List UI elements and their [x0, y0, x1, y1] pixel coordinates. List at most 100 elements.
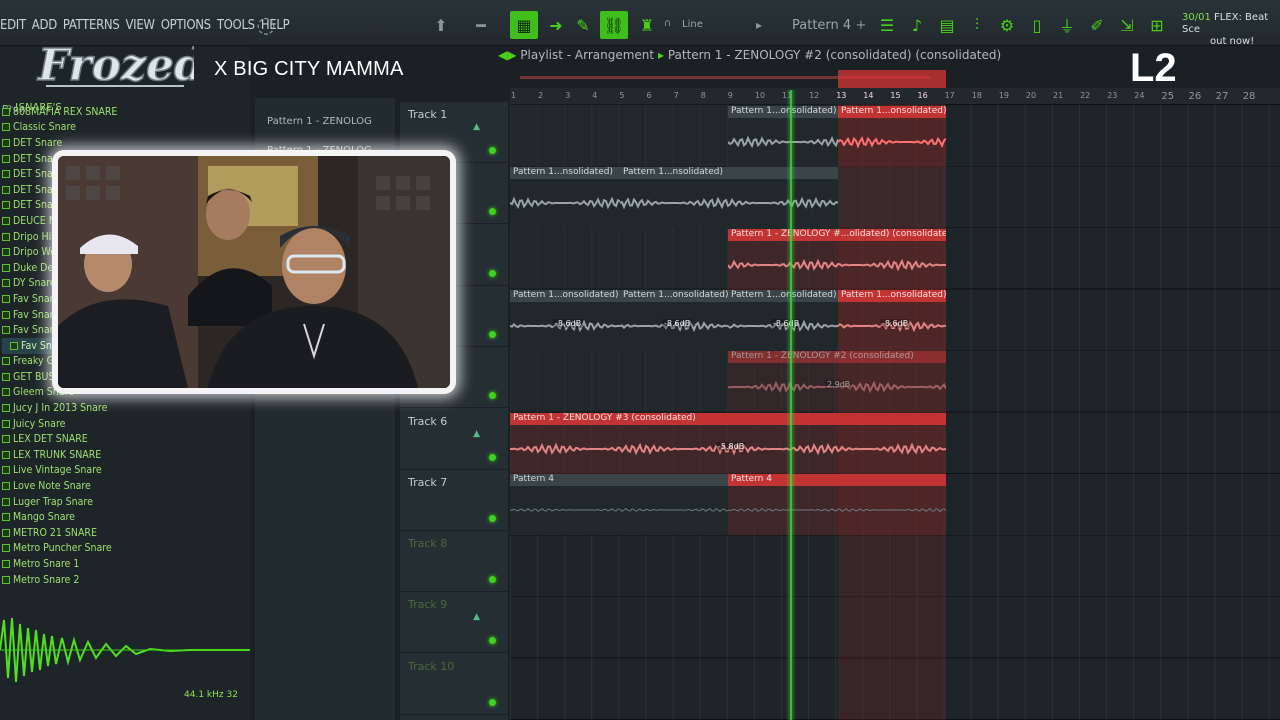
pattern-tab[interactable]: Pattern 1 - ZENOLOG — [260, 112, 388, 132]
track-collapse-icon[interactable]: ▲ — [473, 612, 480, 622]
browser-item[interactable]: Metro Snare 1 — [2, 556, 248, 572]
plugin-icon[interactable]: ⚙ — [996, 13, 1018, 37]
piano-roll-snap-icon[interactable]: ▦ — [510, 11, 538, 39]
snap-line-label: Line — [682, 19, 703, 30]
browser-item[interactable]: METRO 21 SNARE — [2, 525, 248, 541]
arrow-right-small-icon[interactable]: ▸ — [748, 13, 770, 37]
browser-item[interactable]: Mango Snare — [2, 509, 248, 525]
browser-item[interactable]: Luger Trap Snare — [2, 494, 248, 510]
playlist-clip[interactable]: Pattern 1...nsolidated) — [510, 167, 620, 229]
track-header[interactable]: Track 1 ▲ — [400, 102, 508, 163]
track-mute-led[interactable] — [489, 208, 496, 216]
track-mute-led[interactable] — [489, 637, 496, 645]
track-header[interactable]: Track 8 — [400, 531, 508, 593]
export-icon[interactable]: ⇲ — [1116, 13, 1138, 37]
playhead[interactable] — [786, 90, 796, 720]
track-mute-led[interactable] — [489, 330, 496, 338]
playlist-clip[interactable]: Pattern 1 - ZENOLOGY #3 (consolidated) -5… — [510, 412, 946, 474]
playlist-clip[interactable]: Pattern 1 - ZENOLOGY #...olidated) (cons… — [728, 228, 946, 290]
track-mute-led[interactable] — [489, 392, 496, 400]
menu-edit[interactable]: EDIT — [0, 18, 26, 33]
bar-number: 23 — [1107, 91, 1118, 100]
webcam-video — [58, 156, 450, 388]
clip-waveform — [728, 258, 946, 272]
cpu-meter-icon[interactable]: ◌ — [255, 13, 277, 38]
browser-item-label: Luger Trap Snare — [13, 495, 93, 508]
track-mute-led[interactable] — [489, 698, 496, 706]
track-header[interactable]: Track 6 ▲ — [400, 409, 508, 470]
browser-item[interactable]: Metro Puncher Snare — [2, 541, 248, 557]
browser-item[interactable]: Metro Snare 2 — [2, 572, 248, 588]
news-panel[interactable]: 30/01 FLEX: Beat Sce out now! — [1182, 12, 1280, 48]
bar-number: 9 — [727, 91, 733, 100]
browser-item-label: Fav Snare — [13, 292, 60, 305]
audio-file-icon — [2, 279, 10, 288]
playlist-icon[interactable]: ☰ — [876, 13, 898, 37]
track-name: Track 1 — [408, 108, 448, 121]
browser-item[interactable]: LEX TRUNK SNARE — [2, 447, 248, 463]
add-pattern-icon[interactable]: + — [850, 13, 872, 37]
browser-item-label: Duke Dee — [13, 261, 60, 274]
audio-file-icon — [2, 232, 10, 241]
track-mute-led[interactable] — [489, 453, 496, 461]
channel-rack-icon[interactable]: ▤ — [936, 13, 958, 37]
playlist-clip[interactable]: Pattern 1...onsolidated)-8.6dB — [838, 289, 946, 351]
brush-icon[interactable]: ✎ — [572, 13, 594, 37]
browser-item[interactable]: Juicy Snare — [2, 416, 248, 432]
paint-icon[interactable]: ✐ — [1086, 13, 1108, 37]
browser-item-label: Gleem Snare — [13, 386, 75, 399]
link-icon[interactable]: ⛓ — [600, 11, 628, 39]
pattern-tab-label: Pattern 1 - ZENOLOG — [267, 116, 372, 127]
playlist-clip[interactable]: Pattern 1 - ZENOLOGY #2 (consolidated) 2.… — [728, 351, 946, 413]
track-mute-led[interactable] — [489, 514, 496, 522]
snap-line-select[interactable]: ∩ Line — [662, 17, 742, 35]
playlist-clip[interactable]: Pattern 1...onsolidated)-8.6dB — [728, 289, 838, 351]
playlist-title-prefix: Playlist - Arrangement — [520, 48, 655, 62]
browser-item-label: Fav Snar — [21, 339, 62, 352]
stamp-icon[interactable]: ♜ — [636, 13, 658, 37]
volume-slider-icon[interactable]: ━ — [470, 13, 492, 37]
bar-number: 26 — [1188, 91, 1202, 102]
playlist-clip[interactable]: Pattern 1...onsolidated) — [728, 106, 838, 167]
browser-item[interactable]: Jucy J In 2013 Snare — [2, 400, 248, 416]
sample-rate-info: 44.1 kHz 32 — [184, 690, 238, 700]
track-mute-led[interactable] — [489, 147, 496, 154]
bar-number: 22 — [1080, 91, 1091, 100]
tempo-knob-icon[interactable]: ⬆ — [430, 13, 452, 37]
file-icon[interactable]: ▯ — [1026, 13, 1048, 37]
browser-item-label: Live Vintage Snare — [13, 464, 102, 477]
bar-number: 21 — [1053, 91, 1064, 100]
playlist-clip[interactable]: Pattern 4 — [510, 473, 728, 535]
browser-item[interactable]: Classic Snare — [2, 120, 248, 136]
track-header[interactable]: Track 7 — [400, 470, 508, 531]
track-collapse-icon[interactable]: ▲ — [473, 429, 480, 439]
plug-icon[interactable]: ⏚ — [1056, 13, 1078, 37]
mixer-icon[interactable]: ⫶ — [966, 13, 988, 37]
menu-tools[interactable]: TOOLS — [217, 18, 255, 33]
shop-icon[interactable]: ⊞ — [1146, 13, 1168, 37]
piano-roll-icon[interactable]: ♪ — [906, 13, 928, 37]
track-name: Track 9 — [408, 598, 448, 612]
playlist-clip[interactable]: Pattern 1...onsolidated)-8.6dB — [620, 289, 728, 351]
playlist-clip[interactable]: Pattern 1...onsolidated)-8.6dB — [510, 289, 620, 351]
track-header[interactable]: Track 9 ▲ — [400, 592, 508, 654]
playlist-title-sep: ▸ — [657, 48, 664, 62]
arrow-right-icon[interactable]: ➜ — [545, 13, 567, 37]
clip-title: Pattern 1...onsolidated) — [728, 289, 838, 302]
track-header[interactable]: Track 10 — [400, 654, 508, 715]
audio-file-icon — [2, 263, 10, 272]
browser-item[interactable]: LEX DET SNARE — [2, 431, 248, 447]
track-collapse-icon[interactable]: ▲ — [473, 122, 480, 132]
audio-file-icon — [2, 497, 10, 506]
browser-item[interactable]: Live Vintage Snare — [2, 463, 248, 479]
playlist-clip[interactable]: Pattern 1...onsolidated) — [838, 106, 946, 167]
track-mute-led[interactable] — [489, 269, 496, 277]
playlist-clip[interactable]: Pattern 4 — [728, 473, 946, 535]
bar-number: 13 — [836, 91, 847, 100]
playlist-clip[interactable]: Pattern 1...nsolidated) — [620, 167, 838, 229]
playlist-arrow-icon[interactable]: ◀▶ — [498, 48, 516, 62]
browser-item[interactable]: Love Note Snare — [2, 478, 248, 494]
browser-item[interactable]: DET Snare — [2, 135, 248, 151]
track-mute-led[interactable] — [489, 576, 496, 584]
clip-title: Pattern 4 — [510, 473, 728, 486]
